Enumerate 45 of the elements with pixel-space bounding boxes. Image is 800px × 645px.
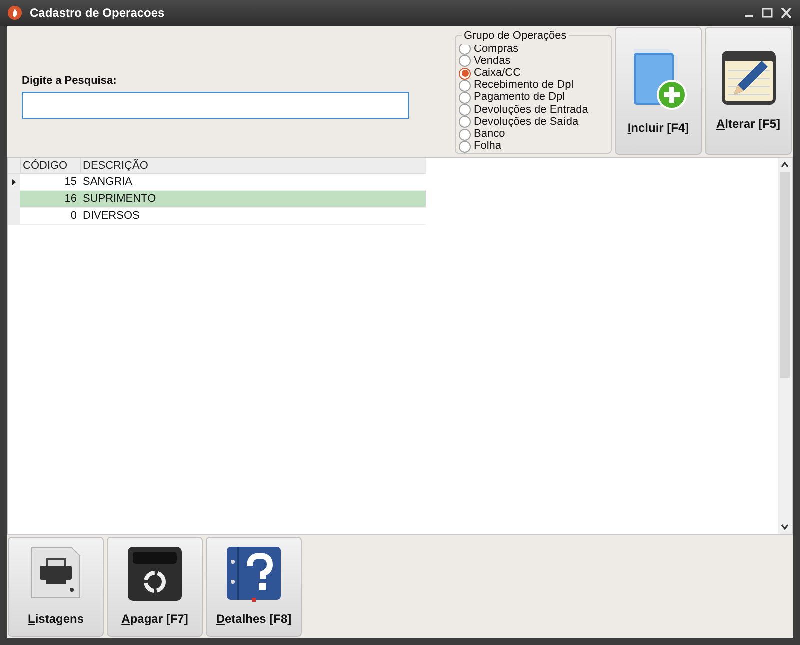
delete-button[interactable]: Apagar [F7] (107, 537, 203, 637)
print-button[interactable]: Listagens (8, 537, 104, 637)
radio-button[interactable] (459, 128, 471, 141)
column-header[interactable]: DESCRIÇÃO (80, 158, 426, 173)
radio-label: Folha (474, 141, 502, 152)
radio-label: Vendas (474, 56, 511, 67)
table-cell-text: 0 (70, 208, 78, 224)
notepad-pencil-icon (720, 49, 778, 107)
add-button[interactable]: Incluir [F4] (615, 27, 702, 155)
edit-button[interactable]: Alterar [F5] (705, 27, 792, 155)
table-cell-text: SUPRIMENTO (82, 192, 158, 207)
radio-label: Recebimento de Dpl (474, 80, 574, 92)
scrollbar[interactable] (778, 158, 792, 534)
radio-button[interactable] (459, 116, 471, 128)
help-button[interactable]: Detalhes [F8] (206, 537, 302, 637)
scroll-thumb[interactable] (780, 172, 790, 378)
radio-button[interactable] (459, 68, 471, 80)
table-cell-text: SANGRIA (82, 174, 134, 190)
radio-button[interactable] (459, 80, 471, 92)
radio-button[interactable] (459, 92, 471, 104)
search-field[interactable] (22, 92, 409, 119)
table-cell-text: DIVERSOS (82, 208, 141, 224)
group-title: Grupo de Operações (462, 28, 569, 44)
radio-label: Devoluções de Saída (474, 116, 579, 128)
radio-label: Compras (474, 44, 519, 55)
search-label: Digite a Pesquisa: (22, 74, 118, 90)
close-icon[interactable] (781, 8, 792, 18)
row-indicator[interactable] (8, 174, 20, 190)
table-row[interactable]: 16 SUPRIMENTO (20, 191, 426, 207)
radio-button[interactable] (459, 55, 471, 68)
current-row-icon (12, 178, 16, 186)
window-title: Cadastro de Operacoes (30, 5, 166, 22)
column-header[interactable]: CÓDIGO (20, 158, 80, 173)
help-book-icon (226, 546, 282, 602)
flame-icon (8, 6, 22, 20)
table-cell-text: 16 (64, 192, 78, 207)
radio-button[interactable] (459, 104, 471, 116)
radio-label: Caixa/CC (474, 68, 522, 80)
table-cell-text: 15 (64, 174, 78, 190)
radio-label: Banco (474, 129, 506, 140)
radio-label: Pagamento de Dpl (474, 92, 566, 104)
recycle-bin-icon (127, 546, 183, 602)
radio-button[interactable] (459, 140, 471, 153)
radio-label: Devoluções de Entrada (474, 104, 588, 116)
maximize-icon[interactable] (762, 8, 773, 18)
